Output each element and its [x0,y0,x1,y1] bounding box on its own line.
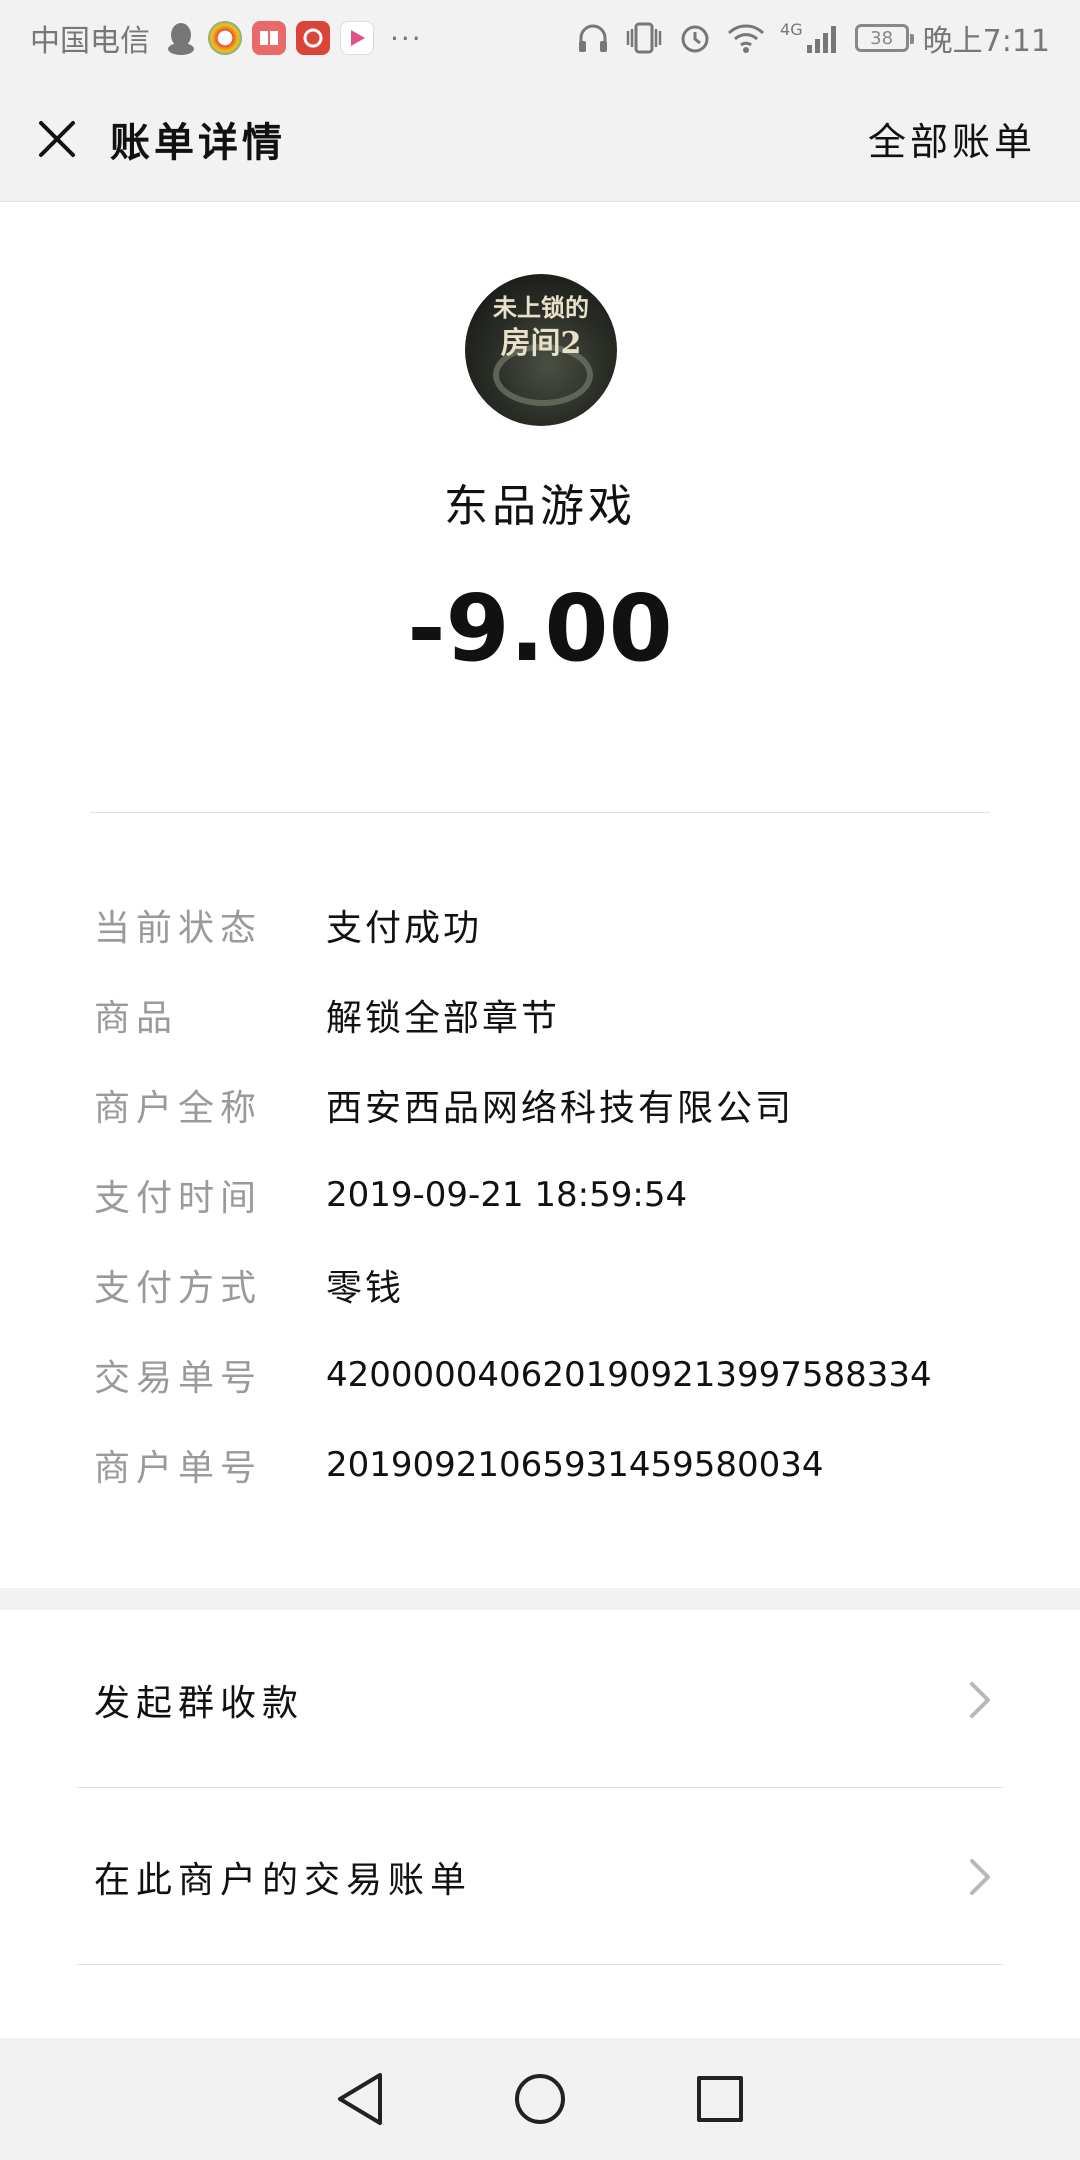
merchant-name: 东品游戏 [444,481,636,532]
detail-label: 当前状态 [94,908,263,949]
battery-level: 38 [870,27,894,49]
section-gap [0,1588,1080,1610]
group-collect-label: 发起群收款 [94,1682,305,1724]
more-notifications-icon: ··· [390,21,423,55]
detail-value[interactable]: 20190921065931459580034 [326,1445,824,1485]
all-bills-link[interactable]: 全部账单 [868,111,1036,166]
headphones-icon [579,24,608,52]
detail-label: 商品 [94,998,179,1039]
detail-value: 支付成功 [326,908,483,949]
close-icon [39,120,75,157]
group-collect-row[interactable]: 发起群收款 [76,1612,1004,1788]
detail-value: 解锁全部章节 [326,998,561,1039]
close-button[interactable] [12,94,102,184]
avatar-logo-line2: 房间2 [500,326,582,361]
detail-row-merchant-order-id: 商户单号 20190921065931459580034 [94,1420,994,1510]
home-button[interactable] [450,2038,630,2160]
detail-row-status: 当前状态 支付成功 [94,880,994,970]
detail-row-merchant-fullname: 商户全称 西安西品网络科技有限公司 [94,1060,994,1150]
detail-label: 交易单号 [94,1358,263,1399]
detail-label: 商户单号 [94,1448,263,1489]
alarm-icon [681,25,709,53]
divider [90,812,990,813]
reader-app-icon [252,21,286,55]
detail-label: 支付时间 [94,1178,263,1219]
recents-button[interactable] [630,2038,810,2160]
detail-row-pay-time: 支付时间 2019-09-21 18:59:54 [94,1150,994,1240]
chevron-right-icon [970,1858,990,1895]
avatar-logo-text: 未上锁的 房间2 [465,290,617,362]
detail-label: 支付方式 [94,1268,263,1309]
back-triangle-icon [338,2073,382,2125]
chevron-right-icon [970,1681,990,1718]
detail-row-pay-method: 支付方式 零钱 [94,1240,994,1330]
clock: 晚上7:11 [922,24,1050,59]
home-circle-icon [515,2074,565,2124]
system-nav-bar [0,2038,1080,2160]
recents-square-icon [697,2076,743,2122]
detail-label: 商户全称 [94,1088,263,1129]
browser-app-icon [208,21,242,55]
battery-icon: 38 [854,24,914,52]
detail-row-product: 商品 解锁全部章节 [94,970,994,1060]
detail-value: 零钱 [326,1268,405,1309]
back-button[interactable] [270,2038,450,2160]
vibrate-icon [626,22,662,54]
detail-value: 西安西品网络科技有限公司 [326,1088,795,1129]
detail-value[interactable]: 4200000406201909213997588334 [326,1355,932,1395]
signal-icon [806,26,836,53]
transaction-details: 当前状态 支付成功 商品 解锁全部章节 商户全称 西安西品网络科技有限公司 支付… [94,880,994,1510]
merchant-bills-label: 在此商户的交易账单 [94,1859,473,1901]
carrier-label: 中国电信 [30,24,150,59]
transaction-amount: -9.00 [407,575,673,682]
youku-app-icon [340,21,374,55]
music-app-icon [296,21,330,55]
avatar-logo-line1: 未上锁的 [493,293,589,322]
top-app-bar: 账单详情 全部账单 [0,76,1080,202]
qq-penguin-icon [164,21,198,55]
merchant-avatar: 未上锁的 房间2 [465,274,617,426]
wifi-icon [727,24,765,53]
detail-value: 2019-09-21 18:59:54 [326,1175,688,1215]
page-title: 账单详情 [110,119,286,166]
merchant-bills-row[interactable]: 在此商户的交易账单 [76,1789,1004,1965]
status-right: 4G 38 晚上7:11 [576,16,1050,60]
network-type: 4G [780,20,803,39]
status-bar: 中国电信 ··· 4G 38 晚上7:11 [0,0,1080,76]
partial-row [0,1966,1080,2038]
detail-row-transaction-id: 交易单号 4200000406201909213997588334 [94,1330,994,1420]
